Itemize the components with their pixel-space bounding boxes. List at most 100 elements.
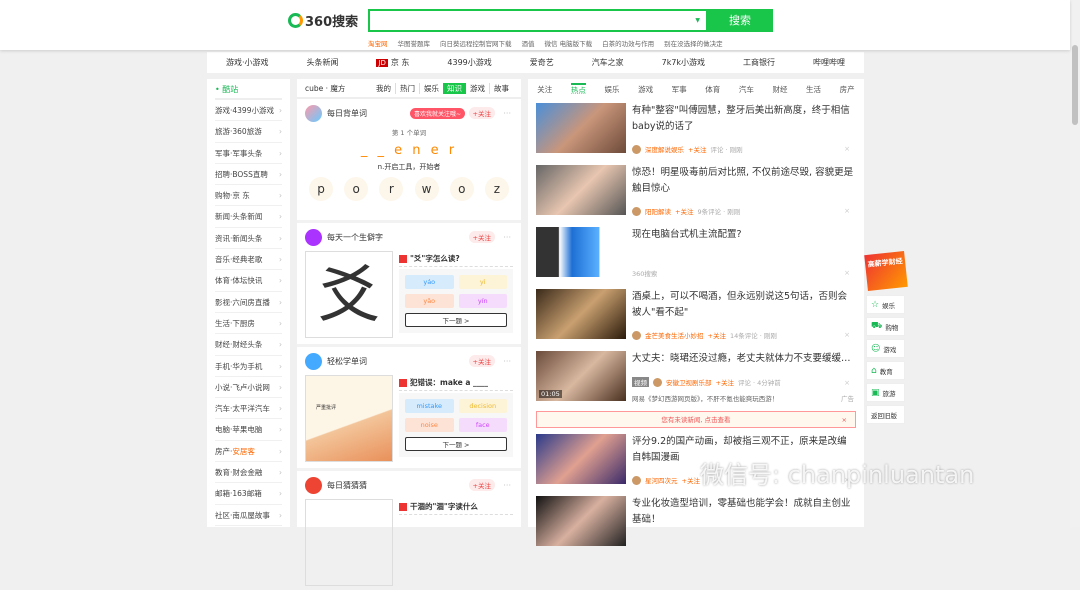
sidebar-item[interactable]: 招聘·BOSS直聘 ›	[215, 164, 282, 186]
option[interactable]: yáo	[405, 275, 454, 289]
hot-search[interactable]: 别在没选择的做决定	[664, 38, 723, 48]
follow-button[interactable]: +关注	[708, 330, 726, 340]
option[interactable]: yǎo	[405, 294, 454, 308]
news-source[interactable]: 星河四次元	[645, 475, 678, 485]
float-link[interactable]: ⛟ 购物	[866, 317, 905, 336]
news-tab[interactable]: 汽车	[739, 84, 754, 95]
nav-link[interactable]: JD 京 东	[376, 57, 409, 68]
dismiss-icon[interactable]: ×	[844, 145, 850, 153]
news-tab[interactable]: 军事	[672, 84, 687, 95]
float-link[interactable]: ▣ 旅游	[866, 383, 905, 402]
dismiss-icon[interactable]: ×	[844, 379, 850, 387]
nav-link[interactable]: 爱奇艺	[530, 57, 554, 68]
follow-button[interactable]: +关注	[468, 231, 495, 243]
site-link[interactable]: 360旅游	[232, 127, 261, 136]
site-link[interactable]: 头条新闻	[232, 212, 262, 221]
news-item[interactable]: 惊恐！明星吸毒前后对比照, 不仅前途尽毁, 容貌更是触目惊心 阳阳解读 +关注 9条评…	[528, 161, 864, 223]
close-icon[interactable]: ×	[842, 412, 847, 428]
option[interactable]: decision	[458, 399, 507, 413]
sidebar-item[interactable]: 小说·飞卢小说网 ›	[215, 377, 282, 399]
site-link[interactable]: 六间房直播	[232, 298, 270, 307]
news-source[interactable]: 深度解说娱乐	[645, 144, 684, 154]
letter-option[interactable]: o	[344, 177, 369, 201]
news-title[interactable]: 惊恐！明星吸毒前后对比照, 不仅前途尽毁, 容貌更是触目惊心	[632, 165, 856, 197]
nav-link[interactable]: 4399小游戏	[447, 57, 491, 68]
nav-link[interactable]: 头条新闻	[306, 57, 338, 68]
letter-option[interactable]: z	[484, 177, 509, 201]
follow-button[interactable]: +关注	[682, 475, 700, 485]
news-tab[interactable]: 生活	[806, 84, 821, 95]
news-title[interactable]: 现在电脑台式机主流配置?	[632, 227, 742, 243]
sidebar-item[interactable]: 资讯·新闻头条 ›	[215, 228, 282, 250]
nav-link[interactable]: 7k7k小游戏	[662, 57, 705, 68]
option[interactable]: mistake	[405, 399, 454, 413]
float-link[interactable]: ☆ 娱乐	[866, 295, 905, 314]
hot-search[interactable]: 华图誉题库	[398, 38, 431, 48]
sidebar-item[interactable]: 音乐·经典老歌 ›	[215, 249, 282, 271]
more-icon[interactable]: ···	[503, 109, 511, 118]
sidebar-item[interactable]: 生活·下厨房 ›	[215, 313, 282, 335]
unread-alert[interactable]: 您有未读新闻, 点击查看 ×	[536, 411, 856, 428]
dismiss-icon[interactable]: ×	[844, 331, 850, 339]
hot-search[interactable]: 微信 电脑版下载	[545, 38, 593, 48]
site-link[interactable]: 华为手机	[232, 362, 262, 371]
search-button[interactable]: 搜索	[707, 9, 773, 32]
site-link[interactable]: 苹果电脑	[232, 425, 262, 434]
sidebar-item[interactable]: 新闻·头条新闻 ›	[215, 206, 282, 228]
news-source[interactable]: 金芒美食生活小妙招	[645, 330, 704, 340]
sidebar-item[interactable]: 游戏·4399小游戏 ›	[215, 100, 282, 122]
hot-search[interactable]: 酒值	[522, 38, 535, 48]
tab[interactable]: 热门	[395, 82, 419, 94]
tab[interactable]: 娱乐	[419, 82, 443, 94]
news-title[interactable]: 有种"整容"叫傅园慧，整牙后美出新高度，终于相信baby说的话了	[632, 103, 856, 135]
news-tab[interactable]: 关注	[537, 84, 552, 95]
hot-search[interactable]: 向日葵远程控制官网下载	[440, 38, 512, 48]
sidebar-item[interactable]: 社区·南瓜屋故事 ›	[215, 505, 282, 526]
option[interactable]: yì	[458, 275, 507, 289]
site-link[interactable]: 财会金融	[232, 468, 262, 477]
site-link[interactable]: 南瓜屋故事	[232, 511, 270, 520]
site-link[interactable]: 安居客	[232, 447, 255, 456]
dropdown-icon[interactable]: ▼	[695, 17, 700, 24]
news-tab[interactable]: 财经	[772, 84, 787, 95]
site-link[interactable]: 太平洋汽车	[232, 404, 270, 413]
tab[interactable]: 我的	[372, 83, 395, 94]
tab[interactable]: 故事	[489, 82, 513, 94]
next-button[interactable]: 下一题 >	[405, 313, 507, 327]
site-link[interactable]: 飞卢小说网	[232, 383, 270, 392]
more-icon[interactable]: ···	[503, 481, 511, 490]
news-item[interactable]: 现在电脑台式机主流配置? 360搜索 ×	[528, 223, 864, 285]
follow-button[interactable]: +关注	[675, 206, 693, 216]
scrollbar-thumb[interactable]	[1072, 45, 1078, 125]
news-tab[interactable]: 房产	[840, 84, 855, 95]
scrollbar[interactable]	[1070, 0, 1080, 527]
letter-option[interactable]: r	[379, 177, 404, 201]
news-thumbnail[interactable]	[536, 496, 626, 546]
site-link[interactable]: 下厨房	[232, 319, 255, 328]
news-thumbnail[interactable]	[536, 165, 626, 215]
site-link[interactable]: 财经头条	[232, 340, 262, 349]
news-thumbnail[interactable]: 01:05	[536, 351, 626, 401]
dismiss-icon[interactable]: ×	[844, 207, 850, 215]
sidebar-item[interactable]: 房产·安居客 ›	[215, 441, 282, 463]
news-item[interactable]: 01:05 大丈夫：晓珺还没过瘾，老丈夫就体力不支要缓缓… 视频 安徽卫视剧乐部 +关注…	[528, 347, 864, 409]
letter-option[interactable]: o	[449, 177, 474, 201]
logo[interactable]: 360搜索	[288, 11, 358, 30]
more-icon[interactable]: ···	[503, 233, 511, 242]
tab[interactable]: 知识	[443, 82, 466, 94]
option[interactable]: yín	[458, 294, 507, 308]
news-title[interactable]: 酒桌上，可以不喝酒，但永远别说这5句话，否则会被人"看不起"	[632, 289, 856, 321]
site-link[interactable]: 163邮箱	[232, 489, 261, 498]
back-to-old-button[interactable]: 返回旧版	[866, 405, 905, 424]
hot-search[interactable]: 淘宝网	[368, 38, 388, 48]
nav-link[interactable]: 汽车之家	[592, 57, 624, 68]
news-thumbnail[interactable]	[536, 434, 626, 484]
news-tab[interactable]: 游戏	[638, 84, 653, 95]
news-source[interactable]: 安徽卫视剧乐部	[666, 377, 712, 387]
more-icon[interactable]: ···	[503, 357, 511, 366]
news-thumbnail[interactable]	[536, 289, 626, 339]
sidebar-item[interactable]: 手机·华为手机 ›	[215, 356, 282, 377]
sidebar-item[interactable]: 邮箱·163邮箱 ›	[215, 483, 282, 505]
next-button[interactable]: 下一题 >	[405, 437, 507, 451]
float-link[interactable]: ⌂ 教育	[866, 361, 905, 380]
